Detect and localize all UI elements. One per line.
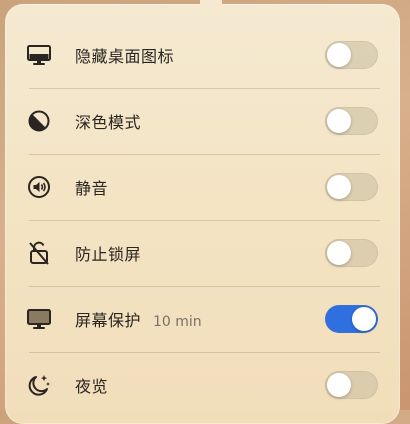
toggle-switch[interactable] bbox=[325, 371, 378, 399]
setting-row-screensaver[interactable]: 屏幕保护 10 min bbox=[5, 286, 400, 352]
toggle-switch[interactable] bbox=[325, 41, 378, 69]
toggle-switch[interactable] bbox=[325, 305, 378, 333]
panel-notch bbox=[200, 0, 222, 10]
screensaver-icon bbox=[25, 305, 53, 333]
toggle-knob bbox=[327, 43, 351, 67]
toggle-switch[interactable] bbox=[325, 239, 378, 267]
setting-label: 深色模式 bbox=[75, 113, 142, 132]
toggle-switch[interactable] bbox=[325, 173, 378, 201]
row-divider bbox=[29, 220, 380, 221]
row-divider bbox=[29, 88, 380, 89]
setting-row-night-mode[interactable]: 夜览 bbox=[5, 352, 400, 418]
lock-off-icon bbox=[25, 239, 53, 267]
setting-label: 防止锁屏 bbox=[75, 245, 142, 264]
setting-label: 隐藏桌面图标 bbox=[75, 47, 175, 66]
dark-mode-icon bbox=[25, 107, 53, 135]
toggle-knob bbox=[352, 307, 376, 331]
speaker-icon bbox=[25, 173, 53, 201]
monitor-icon bbox=[25, 41, 53, 69]
toggle-knob bbox=[327, 109, 351, 133]
setting-label: 夜览 bbox=[75, 377, 109, 396]
setting-row-mute[interactable]: 静音 bbox=[5, 154, 400, 220]
setting-row-prevent-lock[interactable]: 防止锁屏 bbox=[5, 220, 400, 286]
setting-sublabel: 10 min bbox=[153, 314, 202, 330]
row-divider bbox=[29, 286, 380, 287]
setting-row-hide-desktop-icons[interactable]: 隐藏桌面图标 bbox=[5, 22, 400, 88]
setting-row-dark-mode[interactable]: 深色模式 bbox=[5, 88, 400, 154]
toggle-switch[interactable] bbox=[325, 107, 378, 135]
night-mode-icon bbox=[25, 371, 53, 399]
toggle-knob bbox=[327, 175, 351, 199]
setting-label: 静音 bbox=[75, 179, 109, 198]
quick-settings-panel: 隐藏桌面图标 深色模式 静音 防止锁屏 屏幕保护 10 min 夜览 bbox=[5, 0, 400, 424]
row-divider bbox=[29, 352, 380, 353]
toggle-knob bbox=[327, 241, 351, 265]
setting-label: 屏幕保护 10 min bbox=[75, 311, 202, 330]
toggle-knob bbox=[327, 373, 351, 397]
row-divider bbox=[29, 154, 380, 155]
